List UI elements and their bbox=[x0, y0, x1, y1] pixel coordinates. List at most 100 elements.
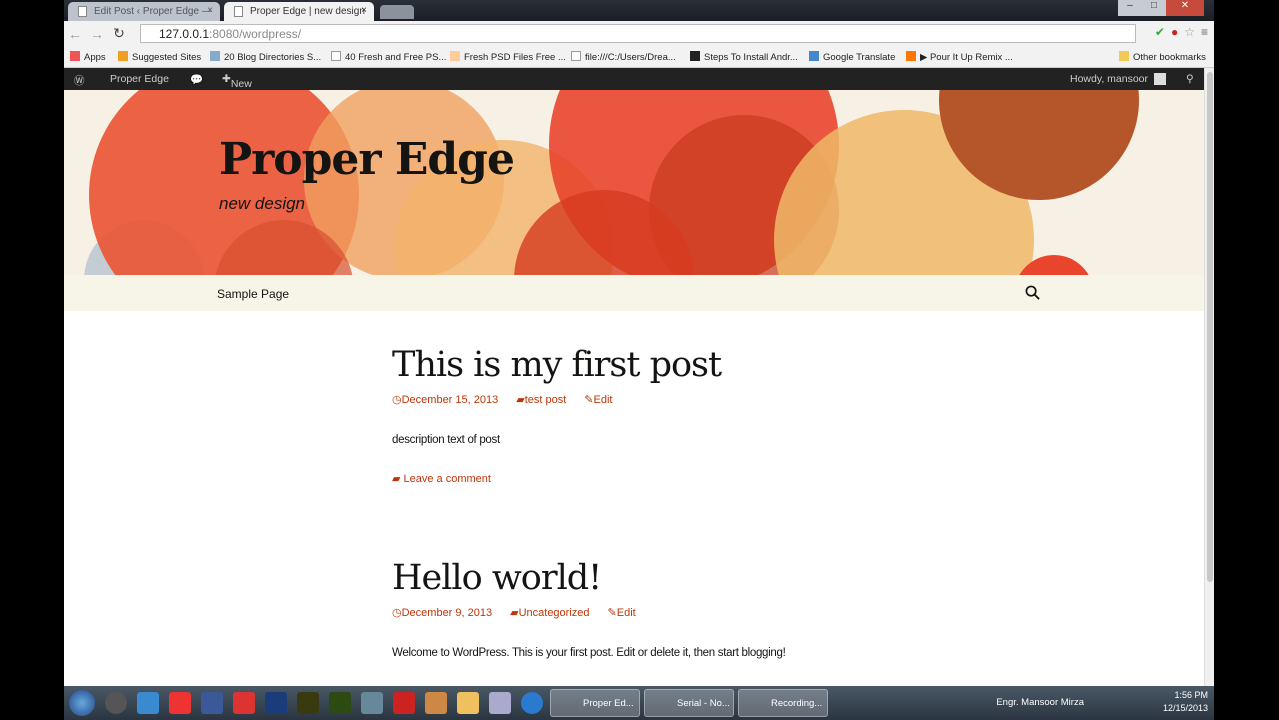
bookmark-label: Apps bbox=[84, 52, 106, 63]
bookmark-label: Other bookmarks bbox=[1133, 52, 1206, 63]
start-button[interactable] bbox=[69, 690, 95, 716]
window-label: Proper Ed... bbox=[583, 698, 634, 709]
twitter-icon[interactable] bbox=[137, 692, 159, 714]
date-text: December 15, 2013 bbox=[401, 394, 499, 406]
clock-date: 12/15/2013 bbox=[1162, 703, 1208, 713]
bookmark-label: 40 Fresh and Free PS... bbox=[345, 52, 447, 63]
other-bookmarks[interactable]: Other bookmarks bbox=[1119, 51, 1206, 63]
clock[interactable]: 1:56 PM 12/15/2013 bbox=[1163, 689, 1208, 715]
category-text: Uncategorized bbox=[518, 607, 590, 619]
maximize-button[interactable]: □ bbox=[1142, 0, 1166, 16]
star-icon[interactable]: ☆ bbox=[1184, 25, 1195, 39]
leave-comment-link[interactable]: ▰ Leave a comment bbox=[392, 472, 721, 485]
gmail-icon[interactable] bbox=[233, 692, 255, 714]
bookmark-label: Suggested Sites bbox=[132, 52, 202, 63]
wordpress-logo-icon[interactable]: Ⓦ bbox=[74, 73, 85, 88]
new-label: New bbox=[230, 78, 252, 90]
page-icon bbox=[78, 6, 87, 17]
bookmark[interactable]: Steps To Install Andr... bbox=[690, 51, 798, 63]
app-icon[interactable] bbox=[361, 692, 383, 714]
post-category[interactable]: ▰Uncategorized bbox=[510, 606, 589, 619]
post-content: Welcome to WordPress. This is your first… bbox=[392, 647, 786, 659]
filezilla-icon[interactable] bbox=[393, 692, 415, 714]
close-window-button[interactable]: ✕ bbox=[1166, 0, 1204, 16]
close-tab-icon[interactable]: × bbox=[207, 5, 213, 16]
edit-text: Edit bbox=[616, 607, 636, 619]
howdy-user[interactable]: Howdy, mansoor bbox=[1070, 73, 1148, 85]
muse-icon[interactable] bbox=[297, 692, 319, 714]
menu-icon[interactable]: ≡ bbox=[1201, 25, 1208, 39]
check-extension-icon[interactable]: ✔ bbox=[1155, 25, 1165, 39]
nav-sample-page[interactable]: Sample Page bbox=[217, 287, 289, 301]
edit-link[interactable]: ✎Edit bbox=[584, 393, 612, 406]
facebook-icon[interactable] bbox=[201, 692, 223, 714]
clock-time: 1:56 PM bbox=[1174, 690, 1208, 700]
post-date[interactable]: ◷December 9, 2013 bbox=[392, 606, 492, 619]
taskbar-user: Engr. Mansoor Mirza bbox=[996, 697, 1084, 708]
bookmark[interactable]: 20 Blog Directories S... bbox=[210, 51, 321, 63]
bookmark-label: Fresh PSD Files Free ... bbox=[464, 52, 566, 63]
back-icon[interactable]: ← bbox=[64, 26, 86, 42]
window-label: Serial - No... bbox=[677, 698, 730, 709]
photoshop-icon[interactable] bbox=[265, 692, 287, 714]
reload-icon[interactable]: ↻ bbox=[108, 25, 130, 42]
comments-icon[interactable]: 💬 bbox=[190, 73, 203, 86]
site-header[interactable]: Proper Edge new design bbox=[64, 90, 1204, 275]
site-description: new design bbox=[219, 194, 306, 213]
bookmark-label: file:///C:/Users/Drea... bbox=[585, 52, 676, 63]
minimize-button[interactable]: – bbox=[1118, 0, 1142, 16]
admin-site-link[interactable]: Proper Edge bbox=[110, 73, 169, 85]
tab-strip: Edit Post ‹ Proper Edge — × Proper Edge |… bbox=[64, 0, 1214, 21]
post-category[interactable]: ▰test post bbox=[516, 393, 566, 406]
post: This is my first post ◷December 15, 2013… bbox=[392, 345, 722, 485]
new-content-link[interactable]: ✚ New bbox=[222, 73, 252, 90]
window-label: Recording... bbox=[771, 698, 823, 709]
tab-label: Edit Post ‹ Proper Edge — bbox=[94, 6, 212, 17]
forward-icon[interactable]: → bbox=[86, 26, 108, 42]
dreamweaver-icon[interactable] bbox=[329, 692, 351, 714]
bookmarks-bar: Apps Suggested Sites 20 Blog Directories… bbox=[64, 46, 1214, 68]
search-icon[interactable] bbox=[1025, 285, 1040, 300]
close-tab-icon[interactable]: × bbox=[361, 5, 367, 16]
bookmark[interactable]: 40 Fresh and Free PS... bbox=[331, 51, 446, 63]
site-title[interactable]: Proper Edge bbox=[219, 134, 515, 185]
explorer-folder-icon[interactable] bbox=[457, 692, 479, 714]
edit-text: Edit bbox=[593, 394, 613, 406]
post-title[interactable]: Hello world! bbox=[392, 558, 786, 598]
toolbar: ← → ↻ 127.0.0.1:8080/wordpress/ ✔ ● ☆ ≡ bbox=[64, 21, 1214, 46]
page-icon bbox=[234, 6, 243, 17]
adblock-icon[interactable]: ● bbox=[1171, 25, 1178, 39]
bookmark[interactable]: file:///C:/Users/Drea... bbox=[571, 51, 676, 63]
scrollbar[interactable] bbox=[1204, 68, 1214, 686]
snipping-tool-icon[interactable] bbox=[489, 692, 511, 714]
category-text: test post bbox=[524, 394, 567, 406]
browser-window: Edit Post ‹ Proper Edge — × Proper Edge |… bbox=[64, 0, 1214, 720]
app-icon[interactable] bbox=[425, 692, 447, 714]
internet-explorer-icon[interactable] bbox=[521, 692, 543, 714]
taskbar-window-chrome[interactable]: Proper Ed... bbox=[550, 689, 640, 717]
wp-admin-bar: Ⓦ Proper Edge 💬 ✚ New Howdy, mansoor ⚲ bbox=[64, 68, 1204, 90]
taskbar-window-serial[interactable]: Serial - No... bbox=[644, 689, 734, 717]
ted-icon[interactable] bbox=[169, 692, 191, 714]
search-icon[interactable]: ⚲ bbox=[1186, 73, 1194, 85]
avatar[interactable] bbox=[1154, 73, 1166, 85]
address-bar[interactable]: 127.0.0.1:8080/wordpress/ bbox=[140, 24, 1136, 43]
new-tab-button[interactable] bbox=[380, 5, 414, 19]
url-path: :8080/wordpress/ bbox=[209, 27, 302, 41]
app-icon[interactable] bbox=[105, 692, 127, 714]
post-date[interactable]: ◷December 15, 2013 bbox=[392, 393, 498, 406]
tab-proper-edge[interactable]: Proper Edge | new design × bbox=[224, 2, 374, 21]
bookmark[interactable]: Apps bbox=[70, 51, 106, 63]
bookmark-label: Google Translate bbox=[823, 52, 896, 63]
scrollbar-thumb[interactable] bbox=[1207, 72, 1213, 582]
bookmark[interactable]: ▶ Pour It Up Remix ... bbox=[906, 51, 1013, 63]
bookmark[interactable]: Fresh PSD Files Free ... bbox=[450, 51, 566, 63]
taskbar-window-recording[interactable]: Recording... bbox=[738, 689, 828, 717]
tab-edit-post[interactable]: Edit Post ‹ Proper Edge — × bbox=[68, 2, 220, 21]
edit-link[interactable]: ✎Edit bbox=[608, 606, 636, 619]
window-controls: – □ ✕ bbox=[1118, 0, 1204, 16]
bookmark-label: 20 Blog Directories S... bbox=[224, 52, 322, 63]
bookmark[interactable]: Google Translate bbox=[809, 51, 895, 63]
post-title[interactable]: This is my first post bbox=[392, 345, 722, 385]
bookmark[interactable]: Suggested Sites bbox=[118, 51, 201, 63]
